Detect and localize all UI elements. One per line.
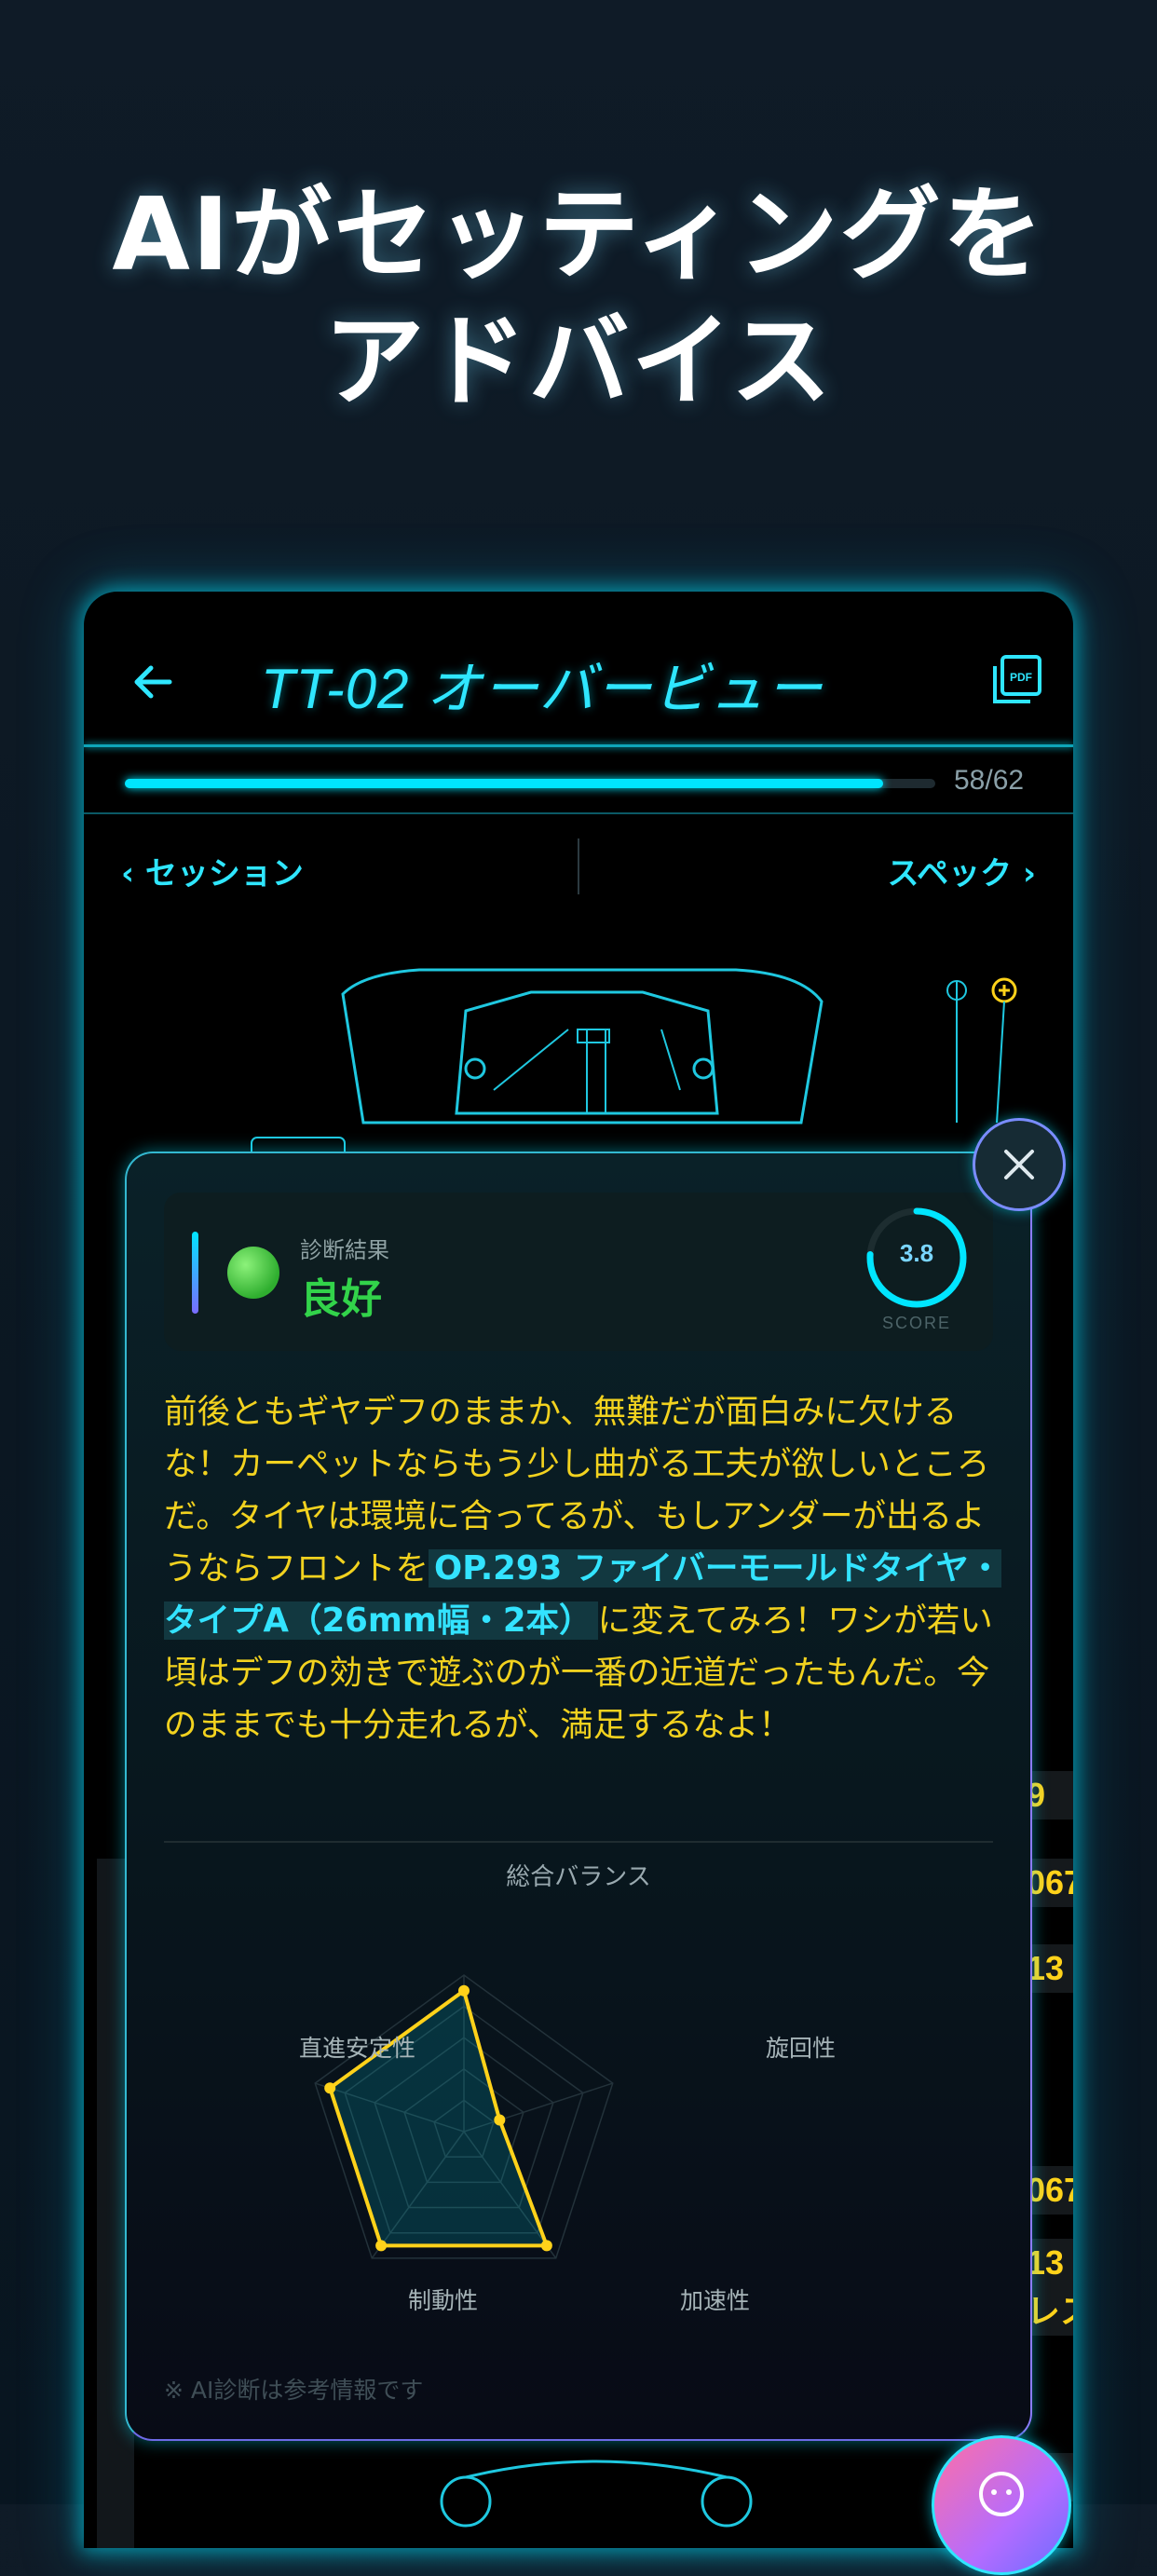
result-label: 診断結果 <box>300 1237 389 1263</box>
radar-value-point <box>494 2114 506 2126</box>
result-accent-bar <box>192 1232 198 1314</box>
radar-chart <box>314 1974 614 2259</box>
prev-section-link[interactable]: ‹ セッション <box>121 848 304 893</box>
radar-axis-label: 制動性 <box>408 2287 479 2314</box>
car-rear-diagram <box>440 2460 753 2528</box>
nav-separator <box>578 838 579 894</box>
radar-value-point <box>458 1984 470 1997</box>
arrow-left-icon <box>134 665 172 699</box>
score-label: SCORE <box>881 1314 951 1332</box>
section-divider <box>164 1841 993 1843</box>
radar-title: 総合バランス <box>506 1863 651 1891</box>
svg-text:PDF: PDF <box>1010 671 1032 684</box>
close-button[interactable] <box>973 1118 1066 1211</box>
radar-value-point <box>324 2082 336 2094</box>
status-green-dot-icon <box>227 1247 279 1299</box>
app-bar: TT-02 オーバービュー PDF <box>84 592 1073 750</box>
radar-value-point <box>375 2240 388 2252</box>
hero-line-1: AIがセッティングを <box>112 177 1045 293</box>
radar-value-point <box>540 2240 552 2252</box>
car-chassis-diagram <box>251 968 1017 1166</box>
ai-assistant-button[interactable] <box>932 2435 1071 2575</box>
robot-icon <box>979 2472 1024 2516</box>
progress-count: 58/62 <box>954 765 1025 796</box>
next-section-link[interactable]: スペック › <box>888 848 1036 893</box>
ai-diagnosis-dialog: 診断結果 良好 3.8 SCORE 前後ともギヤデフのままか、無難だが面白みに欠… <box>125 1152 1032 2441</box>
chevron-right-icon: › <box>1012 855 1036 893</box>
result-value: 良好 <box>300 1275 382 1323</box>
close-icon <box>1004 1150 1034 1179</box>
radar-axis-label: 直進安定性 <box>299 2035 416 2062</box>
pdf-button[interactable]: PDF <box>989 653 1043 707</box>
radar-axis-label: 旋回性 <box>766 2035 837 2062</box>
hero-line-2: アドバイス <box>323 304 834 420</box>
back-button[interactable] <box>121 649 186 715</box>
page-title: TT-02 オーバービュー <box>261 658 824 720</box>
advice-text: 前後ともギヤデフのままか、無難だが面白みに欠けるな！カーペットならもう少し曲がる… <box>164 1386 1002 1751</box>
progress-fill <box>125 779 883 788</box>
nav-divider <box>84 812 1073 814</box>
result-card: 診断結果 良好 3.8 SCORE <box>164 1193 993 1351</box>
radar-value-area <box>328 1988 549 2248</box>
pdf-icon: PDF <box>993 655 1041 703</box>
next-section-label: スペック <box>887 855 1013 893</box>
app-bar-divider <box>84 744 1073 747</box>
radar-axis-label: 加速性 <box>680 2287 751 2314</box>
prev-section-label: セッション <box>144 855 304 893</box>
progress-bar <box>125 779 935 788</box>
footnote: ※ AI診断は参考情報です <box>164 2377 424 2404</box>
chevron-left-icon: ‹ <box>121 855 145 893</box>
score-value: 3.8 <box>899 1239 934 1267</box>
hero-heading: AIがセッティングを アドバイス <box>0 172 1157 426</box>
